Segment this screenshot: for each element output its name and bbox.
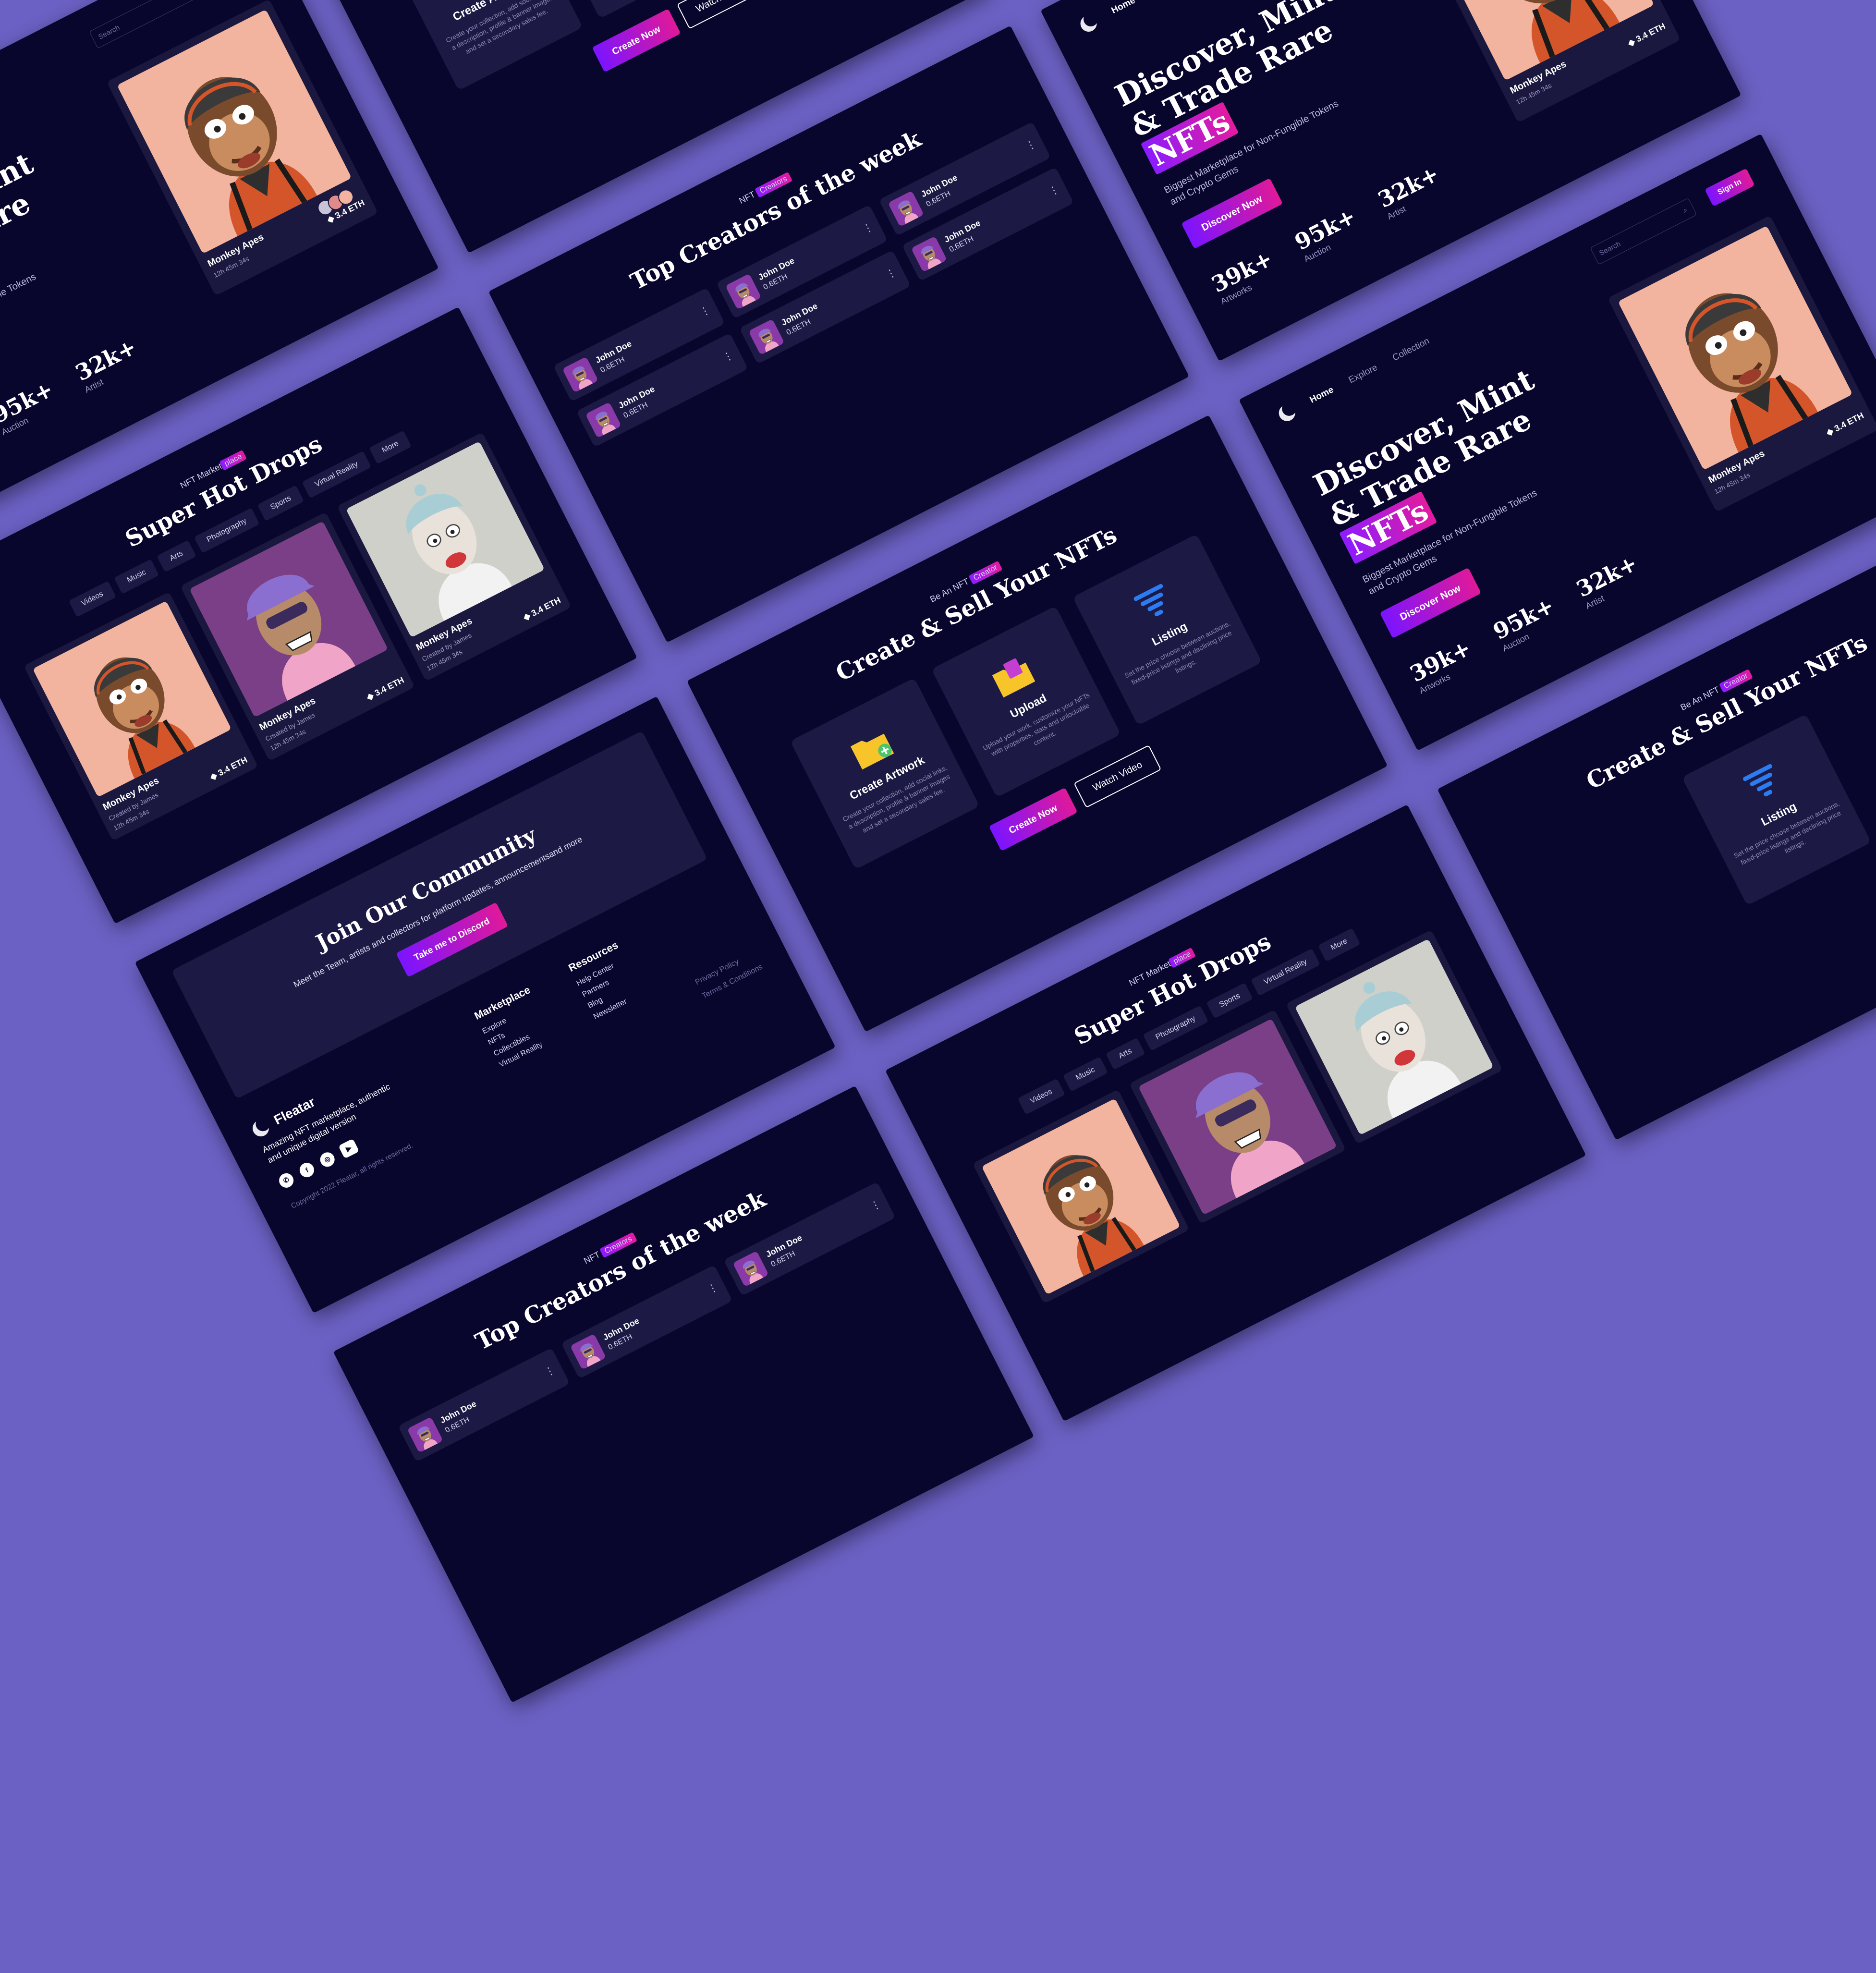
eyebrow-text: NFT: [582, 1249, 602, 1266]
stats-row: 39k+ Artworks 95k+ Auction 32k+ Artist: [0, 317, 178, 479]
nft-artwork-image: [1294, 938, 1494, 1135]
creator-avatar: [585, 402, 621, 438]
nft-price-value: 3.4 ETH: [373, 675, 406, 698]
search-icon: ⌕: [1681, 205, 1689, 215]
more-options-icon[interactable]: ⋮: [1047, 183, 1061, 198]
featured-nft-card[interactable]: Monkey Apes 12h 45m 34s ◆ 3.4 ETH: [106, 0, 378, 296]
watch-video-button[interactable]: Watch Video: [1073, 744, 1162, 808]
create-now-button[interactable]: Create Now: [592, 8, 681, 73]
nft-price: ◆ 3.4 ETH: [1626, 21, 1667, 49]
filter-videos[interactable]: Videos: [1017, 1078, 1065, 1115]
nft-price: ◆ 3.4 ETH: [1825, 411, 1865, 438]
instagram-icon[interactable]: ◎: [317, 1149, 337, 1169]
copyright: Copyright 2022 Fleatar, all rights reser…: [290, 1141, 414, 1210]
search-input[interactable]: Search ⌕: [89, 0, 196, 49]
nav-home[interactable]: Home: [1110, 0, 1137, 16]
stat-artist: 32k+ Artist: [71, 333, 145, 395]
whatsapp-icon[interactable]: ✆: [276, 1170, 296, 1190]
nft-price-value: 3.4 ETH: [1634, 21, 1667, 44]
feature-card-listing[interactable]: Listing Set the price choose between auc…: [1681, 714, 1872, 906]
more-options-icon[interactable]: ⋮: [697, 303, 712, 319]
nft-price: ◆ 3.4 ETH: [365, 675, 406, 702]
more-options-icon[interactable]: ⋮: [542, 1363, 557, 1379]
discord-button[interactable]: Take me to Discord: [396, 902, 509, 977]
search-placeholder: Search: [1597, 239, 1622, 257]
filter-sports[interactable]: Sports: [1206, 982, 1254, 1019]
hero-title: Discover, Mint & Trade Rare NFTs: [0, 125, 110, 347]
filter-music[interactable]: Music: [114, 559, 159, 594]
search-input[interactable]: Search ⌕: [1590, 197, 1697, 265]
watch-video-button[interactable]: Watch Video: [676, 0, 765, 29]
search-placeholder: Search: [97, 23, 121, 41]
nft-price-value: 3.4 ETH: [216, 755, 249, 778]
creator-avatar: [407, 1416, 443, 1453]
creator-avatar: [562, 356, 598, 393]
nav-explore[interactable]: Explore: [1347, 362, 1379, 386]
nav-collection[interactable]: Collection: [1391, 336, 1431, 363]
creator-avatar: [748, 318, 785, 355]
folder-plus-icon: [850, 733, 894, 769]
nft-price: ◆ 3.4 ETH: [522, 595, 562, 622]
join-title: Join Our Community: [312, 822, 540, 955]
more-options-icon[interactable]: ⋮: [705, 1280, 720, 1296]
nft-price-value: 3.4 ETH: [529, 595, 562, 618]
youtube-icon[interactable]: ▶: [338, 1138, 359, 1158]
filter-videos[interactable]: Videos: [68, 580, 117, 617]
filter-arts[interactable]: Arts: [1106, 1037, 1145, 1070]
featured-nft-card[interactable]: Monkey Apes 12h 45m 34s ◆ 3.4 ETH: [1409, 0, 1681, 123]
more-options-icon[interactable]: ⋮: [868, 1197, 883, 1213]
sign-in-button[interactable]: Sign In: [1704, 168, 1755, 207]
join-description: Meet the Team, artists and collectors fo…: [292, 834, 584, 989]
hero-subtitle: Biggest Marketplace for Non-Fungible Tok…: [0, 271, 38, 368]
nft-price-value: 3.4 ETH: [1832, 410, 1865, 434]
stat-auction: 95k+ Auction: [0, 376, 62, 437]
creator-avatar: [732, 1250, 769, 1287]
more-options-icon[interactable]: ⋮: [861, 220, 876, 236]
listing-icon: [1133, 584, 1163, 616]
featured-nft-card[interactable]: Monkey Apes 12h 45m 34s ◆ 3.4 ETH: [1607, 215, 1876, 512]
creator-avatar: [888, 190, 925, 227]
mockup-collage: Home Explore Collection Search ⌕ Sign In…: [0, 0, 1876, 1973]
filter-arts[interactable]: Arts: [157, 540, 196, 572]
nft-price: ◆ 3.4 ETH: [208, 755, 249, 782]
creator-avatar: [725, 273, 761, 310]
fleatar-logo[interactable]: [250, 1117, 272, 1139]
facebook-icon[interactable]: f: [297, 1160, 317, 1180]
creator-avatar: [570, 1333, 606, 1370]
more-options-icon[interactable]: ⋮: [884, 265, 899, 281]
filter-sports[interactable]: Sports: [257, 485, 305, 521]
eyebrow-text: NFT: [737, 189, 757, 206]
create-now-button[interactable]: Create Now: [988, 787, 1078, 851]
filter-more[interactable]: More: [1317, 927, 1361, 962]
nft-artwork-image: [981, 1098, 1181, 1295]
creator-avatar: [911, 235, 948, 272]
upload-icon: [992, 658, 1035, 697]
filter-more[interactable]: More: [369, 430, 412, 464]
more-options-icon[interactable]: ⋮: [1023, 137, 1038, 153]
fleatar-logo[interactable]: [1077, 12, 1100, 35]
nav-home[interactable]: Home: [1308, 385, 1336, 406]
listing-icon: [1742, 764, 1773, 796]
nft-artwork-image: [1138, 1018, 1337, 1215]
filter-music[interactable]: Music: [1063, 1056, 1108, 1092]
more-options-icon[interactable]: ⋮: [720, 348, 735, 364]
fleatar-logo[interactable]: [1276, 402, 1298, 424]
